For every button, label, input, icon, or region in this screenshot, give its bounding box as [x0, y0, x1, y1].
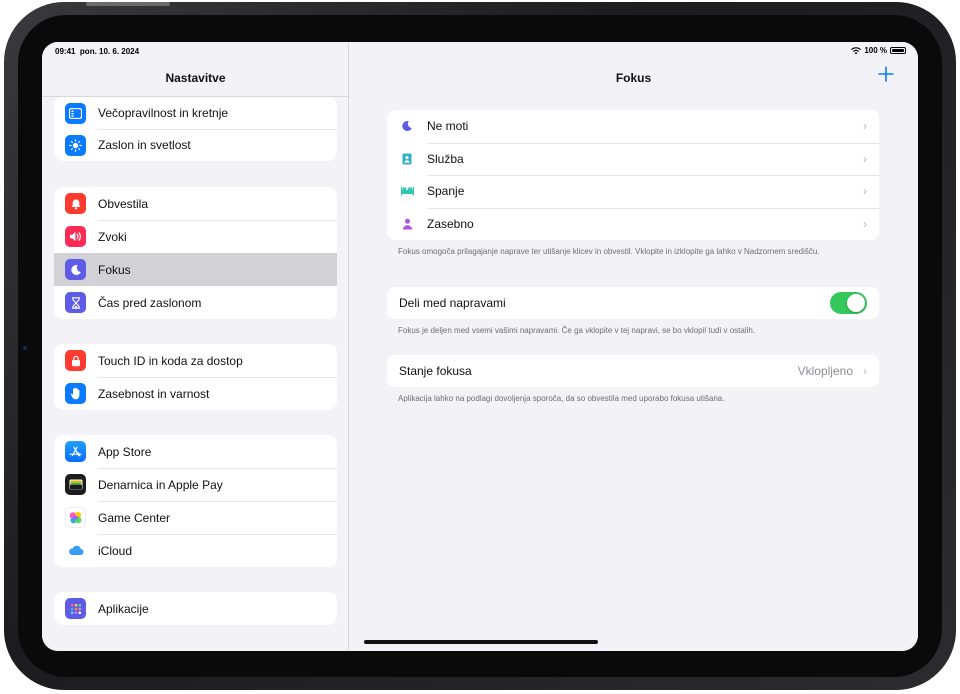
focus-detail-pane: Fokus Ne moti › Služba › Spanje › Zasebn…	[349, 42, 918, 651]
focus-status-row[interactable]: Stanje fokusa Vklopljeno ›	[387, 355, 879, 387]
focus-mode-sleep[interactable]: Spanje ›	[387, 175, 879, 208]
chevron-right-icon: ›	[863, 364, 867, 378]
status-footer-text: Aplikacija lahko na podlagi dovoljenja s…	[398, 394, 725, 403]
share-across-devices-toggle[interactable]	[830, 292, 867, 314]
focus-status-label: Stanje fokusa	[399, 364, 472, 378]
sidebar-item-label: Večopravilnost in kretnje	[98, 106, 229, 120]
add-focus-button[interactable]	[878, 66, 894, 86]
sidebar-item-privacy[interactable]: Zasebnost in varnost	[54, 377, 337, 410]
sidebar-item-notifications[interactable]: Obvestila	[54, 187, 337, 220]
sidebar-item-label: Zvoki	[98, 229, 127, 244]
sidebar-item-label: iCloud	[98, 543, 133, 558]
sidebar-item-label: Game Center	[98, 510, 171, 525]
sidebar-item-game-center[interactable]: Game Center	[54, 501, 337, 534]
focus-mode-label: Zasebno	[427, 216, 474, 231]
sidebar-item-display[interactable]: Zaslon in svetlost	[54, 129, 337, 161]
lock-icon	[65, 350, 86, 371]
sidebar-item-label: Fokus	[98, 262, 131, 277]
focus-mode-label: Ne moti	[427, 119, 469, 134]
settings-sidebar: Nastavitve Večopravilnost in kretnje Zas…	[42, 42, 349, 651]
focus-mode-work[interactable]: Služba ›	[387, 142, 879, 176]
camera-dot	[23, 346, 27, 350]
share-across-devices-label: Deli med napravami	[399, 296, 506, 310]
notifications-icon	[65, 193, 86, 214]
sidebar-item-focus[interactable]: Fokus	[54, 253, 337, 286]
chevron-right-icon: ›	[863, 184, 867, 199]
sidebar-item-label: App Store	[98, 444, 152, 459]
wallet-icon	[65, 474, 86, 495]
apps-grid-icon	[65, 598, 86, 619]
focus-mode-personal[interactable]: Zasebno ›	[387, 207, 879, 241]
person-icon	[399, 218, 415, 230]
focus-footer-text: Fokus omogoča prilagajanje naprave ter u…	[398, 247, 820, 256]
sidebar-item-sounds[interactable]: Zvoki	[54, 220, 337, 253]
focus-status-value: Vklopljeno	[797, 364, 853, 378]
app-store-icon	[65, 441, 86, 462]
sidebar-item-multitasking[interactable]: Večopravilnost in kretnje	[54, 97, 337, 129]
status-bar: 09:41 pon. 10. 6. 2024 100 %	[42, 42, 918, 60]
moon-icon	[399, 120, 415, 132]
toggle-knob	[847, 294, 865, 312]
share-footer-text: Fokus je deljen med vsemi vašimi naprava…	[398, 326, 756, 335]
sidebar-group-apps: Aplikacije	[54, 592, 337, 625]
sidebar-item-label: Zasebnost in varnost	[98, 386, 210, 401]
bed-icon	[399, 186, 415, 196]
share-across-devices-row: Deli med napravami	[387, 287, 879, 319]
badge-icon	[399, 153, 415, 165]
sidebar-item-label: Touch ID in koda za dostop	[98, 353, 243, 368]
battery-icon	[890, 47, 906, 54]
page-title: Fokus	[615, 71, 652, 85]
focus-mode-label: Služba	[427, 151, 464, 166]
sidebar-group-security: Touch ID in koda za dostop Zasebnost in …	[54, 344, 337, 410]
wifi-icon	[851, 46, 862, 54]
share-across-devices-group: Deli med napravami	[387, 287, 879, 319]
hand-icon	[65, 383, 86, 404]
sidebar-item-label: Čas pred zaslonom	[98, 295, 202, 310]
hourglass-icon	[65, 292, 86, 313]
sounds-icon	[65, 226, 86, 247]
game-center-icon	[65, 507, 86, 528]
brightness-icon	[65, 134, 86, 156]
home-indicator[interactable]	[364, 640, 598, 644]
moon-icon	[65, 259, 86, 280]
status-right: 100 %	[851, 46, 906, 55]
multitasking-icon	[65, 102, 86, 124]
battery-percent: 100 %	[864, 46, 887, 55]
status-time: 09:41 pon. 10. 6. 2024	[55, 47, 140, 56]
sidebar-item-screen-time[interactable]: Čas pred zaslonom	[54, 286, 337, 319]
sidebar-item-label: Denarnica in Apple Pay	[98, 477, 223, 492]
sidebar-group-attention: Obvestila Zvoki Fokus Čas pred zaslonom	[54, 187, 337, 319]
sidebar-item-apps[interactable]: Aplikacije	[54, 592, 337, 625]
sidebar-item-label: Aplikacije	[98, 601, 149, 616]
screen: Nastavitve Večopravilnost in kretnje Zas…	[42, 42, 918, 651]
sidebar-group-display: Večopravilnost in kretnje Zaslon in svet…	[54, 97, 337, 161]
sidebar-item-icloud[interactable]: iCloud	[54, 534, 337, 567]
sidebar-title: Nastavitve	[165, 71, 226, 85]
focus-mode-do-not-disturb[interactable]: Ne moti ›	[387, 110, 879, 143]
icloud-icon	[65, 540, 86, 561]
chevron-right-icon: ›	[863, 216, 867, 231]
focus-modes-list: Ne moti › Služba › Spanje › Zasebno ›	[387, 110, 879, 240]
chevron-right-icon: ›	[863, 151, 867, 166]
sidebar-item-wallet[interactable]: Denarnica in Apple Pay	[54, 468, 337, 501]
sidebar-item-label: Obvestila	[98, 196, 149, 211]
sidebar-group-services: App Store Denarnica in Apple Pay Game Ce…	[54, 435, 337, 567]
sidebar-item-app-store[interactable]: App Store	[54, 435, 337, 468]
top-button	[86, 2, 170, 6]
focus-mode-label: Spanje	[427, 184, 465, 199]
focus-status-group: Stanje fokusa Vklopljeno ›	[387, 355, 879, 387]
sidebar-item-touch-id[interactable]: Touch ID in koda za dostop	[54, 344, 337, 377]
sidebar-item-label: Zaslon in svetlost	[98, 138, 191, 152]
plus-icon	[878, 66, 894, 82]
chevron-right-icon: ›	[863, 119, 867, 134]
